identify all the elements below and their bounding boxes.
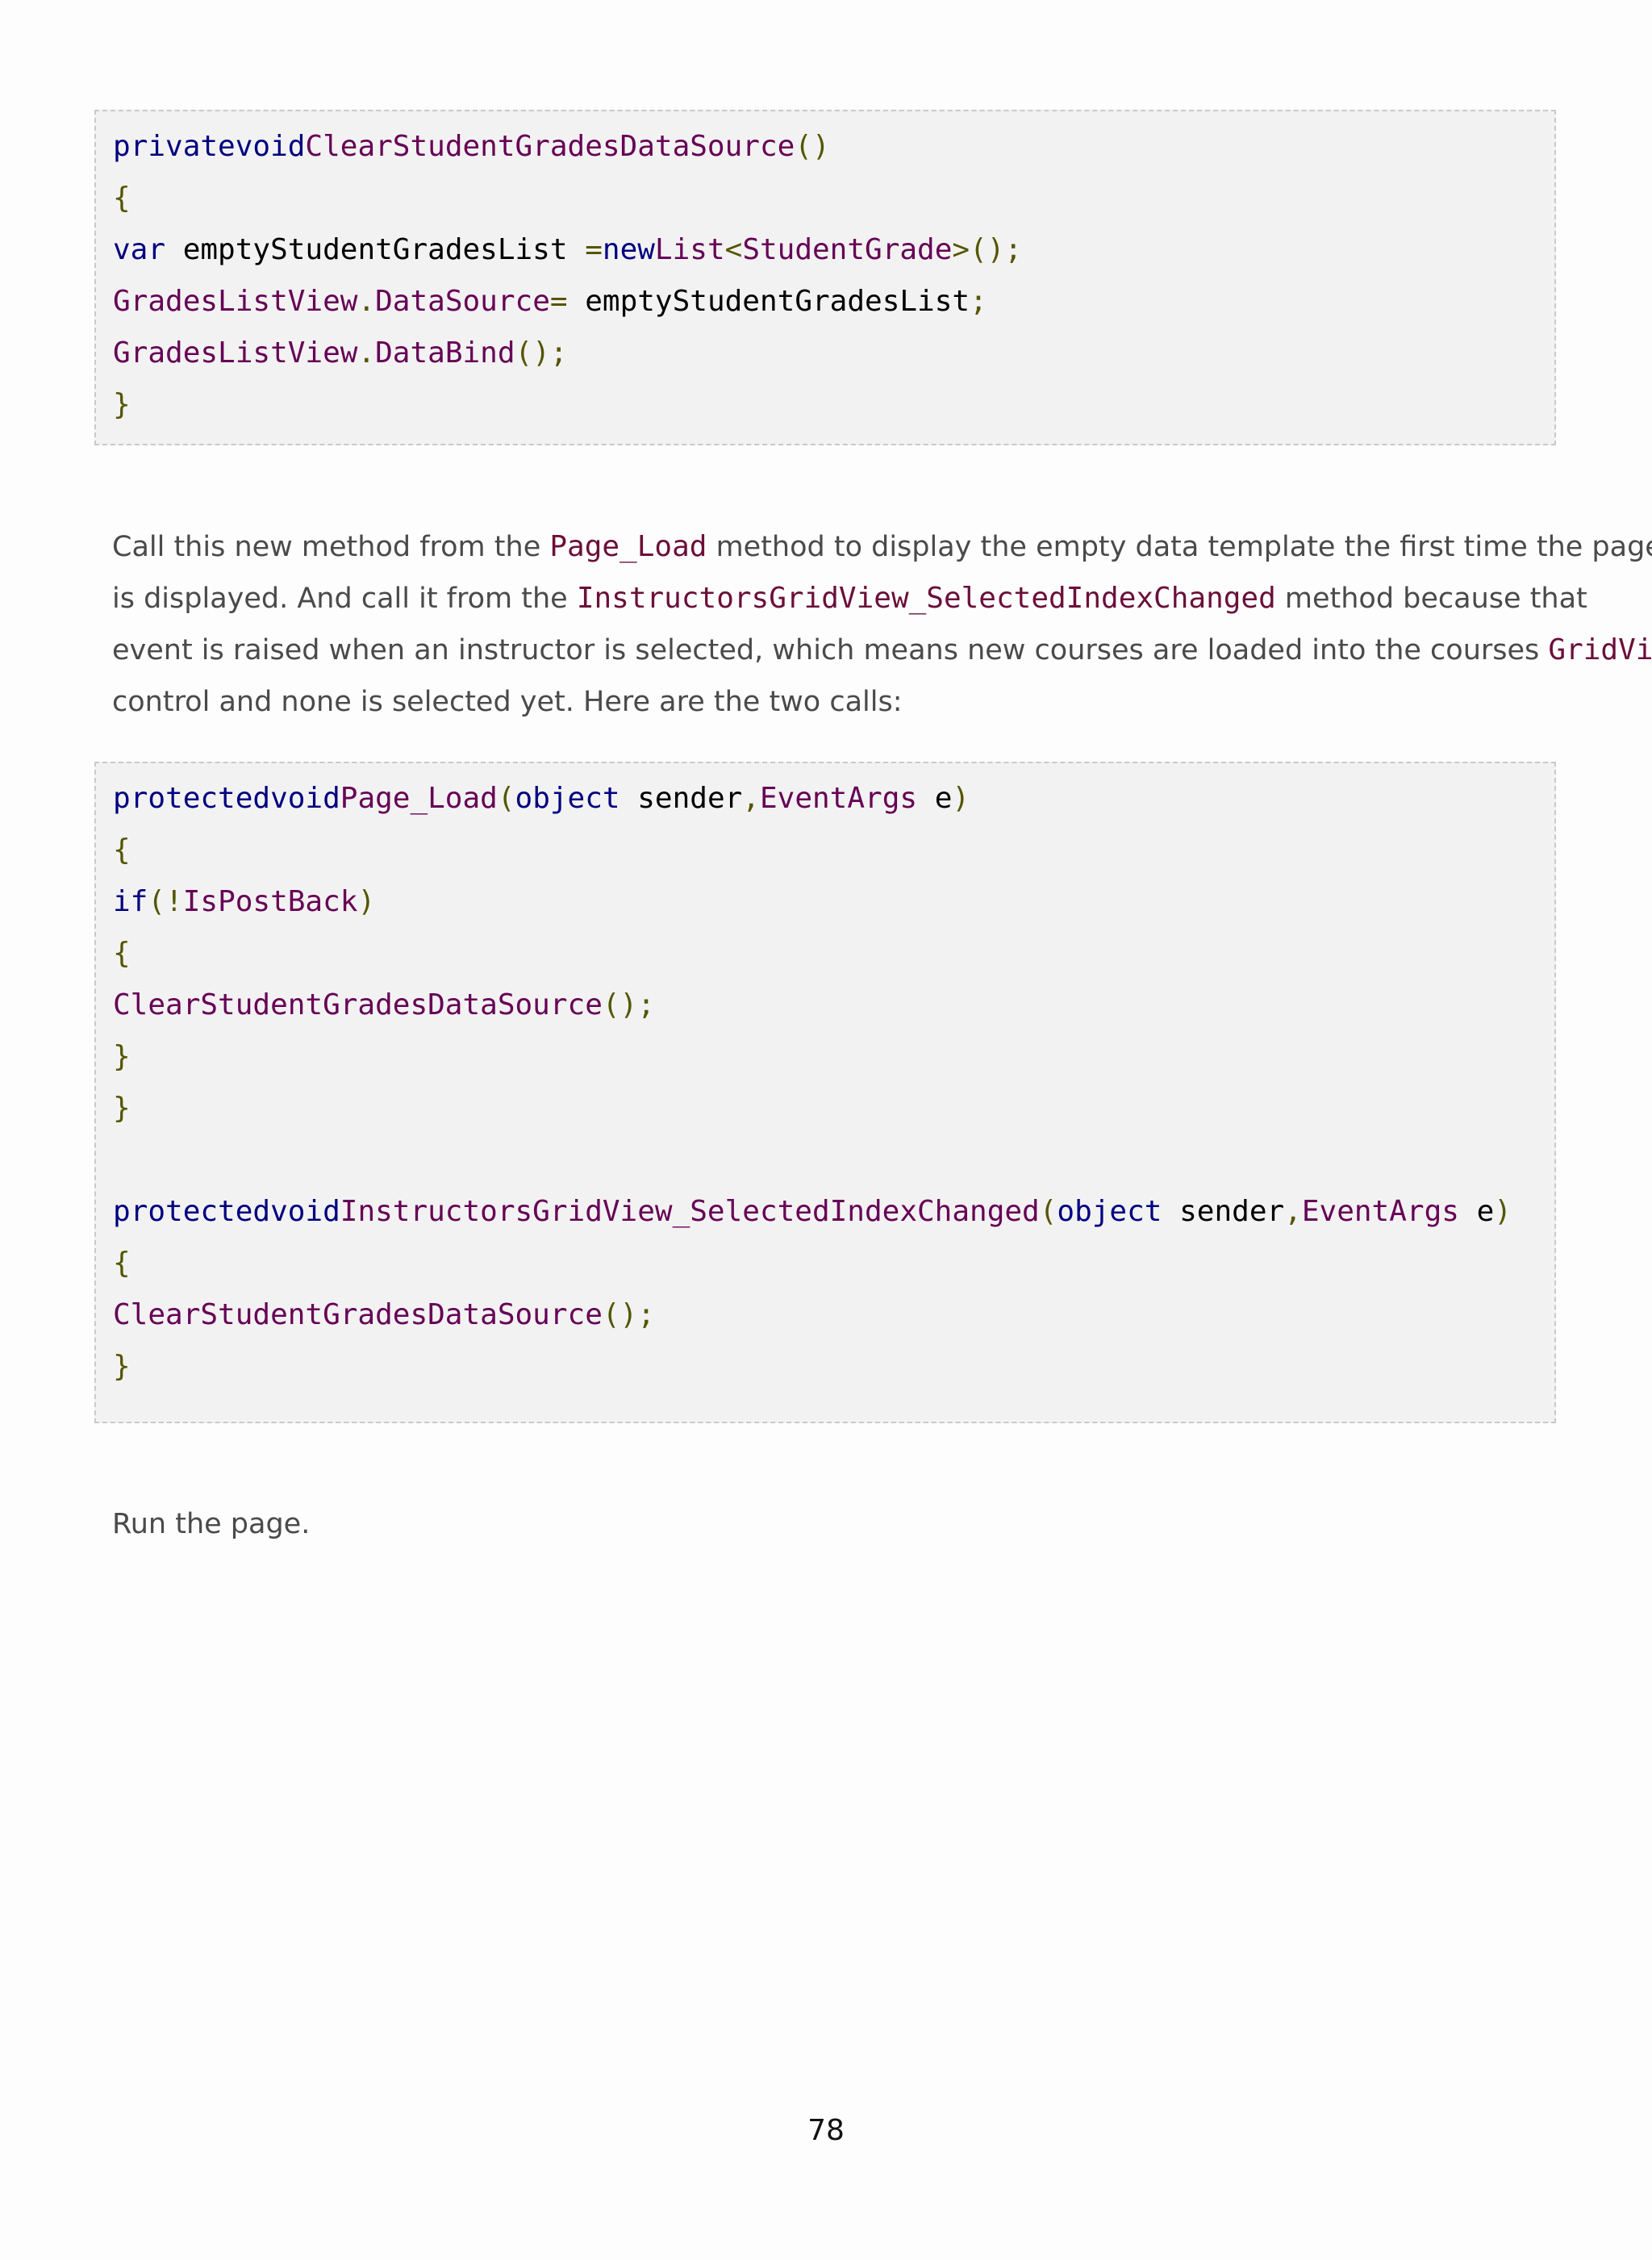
code-token: { xyxy=(113,833,131,867)
run-page-text: Run the page. xyxy=(112,1508,311,1540)
code-line: GradesListView.DataBind(); xyxy=(113,328,568,379)
document-page: privatevoidClearStudentGradesDataSource(… xyxy=(0,0,1652,2260)
code-token: ) xyxy=(357,885,376,918)
code-token: ClearStudentGradesDataSource xyxy=(305,130,795,163)
code-line: { xyxy=(113,1238,131,1289)
code-token: ( xyxy=(497,782,515,815)
code-token: (); xyxy=(602,988,655,1021)
code-token: () xyxy=(795,130,830,163)
code-token: EventArgs xyxy=(759,782,918,815)
code-block-clear-grades: privatevoidClearStudentGradesDataSource(… xyxy=(94,110,1556,445)
code-token: ) xyxy=(1494,1195,1512,1228)
paragraph-line: Call this new method from the Page_Load … xyxy=(112,521,1652,573)
code-token: , xyxy=(742,782,760,815)
paragraph-call-method: Call this new method from the Page_Load … xyxy=(112,521,1652,728)
code-token: List xyxy=(654,233,725,266)
code-token: = xyxy=(549,285,568,318)
inline-code: Page_Load xyxy=(549,530,707,563)
code-token: var xyxy=(113,233,166,266)
code-line: var emptyStudentGradesList =newList<Stud… xyxy=(113,224,1022,276)
paragraph-line: is displayed. And call it from the Instr… xyxy=(112,573,1587,625)
code-token: >(); xyxy=(952,233,1023,266)
code-line: ClearStudentGradesDataSource(); xyxy=(113,1289,655,1341)
paragraph-line: event is raised when an instructor is se… xyxy=(112,625,1652,676)
code-token: , xyxy=(1284,1195,1302,1228)
code-token: DataSource xyxy=(375,285,550,318)
code-token: new xyxy=(602,233,655,266)
code-token: (! xyxy=(148,885,183,918)
code-token: < xyxy=(724,233,743,266)
code-token: . xyxy=(357,336,376,370)
paragraph-text: method to display the empty data templat… xyxy=(707,531,1652,563)
code-token: GradesListView xyxy=(113,336,358,370)
code-line: GradesListView.DataSource= emptyStudentG… xyxy=(113,276,987,328)
code-token: InstructorsGridView_SelectedIndexChanged xyxy=(340,1195,1040,1228)
code-line: } xyxy=(113,379,131,431)
code-line: { xyxy=(113,173,131,224)
code-token: . xyxy=(357,285,376,318)
code-token: e xyxy=(1458,1195,1495,1228)
code-token: emptyStudentGradesList xyxy=(165,233,586,266)
inline-code: InstructorsGridView_SelectedIndexChanged xyxy=(576,582,1276,615)
inline-code: GridView xyxy=(1548,633,1652,666)
code-token: object xyxy=(1057,1195,1162,1228)
code-token: EventArgs xyxy=(1301,1195,1459,1228)
code-line: protectedvoidPage_Load(object sender,Eve… xyxy=(113,773,970,825)
code-token: { xyxy=(113,1247,131,1280)
paragraph-text: Call this new method from the xyxy=(112,531,550,563)
code-token: ClearStudentGradesDataSource xyxy=(113,1298,603,1331)
code-line: { xyxy=(113,825,131,876)
code-line: if(!IsPostBack) xyxy=(113,876,375,928)
code-token: } xyxy=(113,1040,131,1073)
code-token: emptyStudentGradesList xyxy=(567,285,970,318)
code-token: privatevoid xyxy=(113,130,306,163)
code-line: { xyxy=(113,928,131,980)
code-token: GradesListView xyxy=(113,285,358,318)
code-line: } xyxy=(113,1031,131,1083)
code-token: sender xyxy=(1162,1195,1285,1228)
code-token: (); xyxy=(602,1298,655,1331)
code-line: privatevoidClearStudentGradesDataSource(… xyxy=(113,121,830,173)
code-token: protectedvoid xyxy=(113,782,340,815)
code-token: ; xyxy=(970,285,987,318)
code-token: object xyxy=(515,782,620,815)
code-token: StudentGrade xyxy=(742,233,953,266)
paragraph-text: control and none is selected yet. Here a… xyxy=(112,686,903,718)
code-token: = xyxy=(585,233,603,266)
code-line: protectedvoidInstructorsGridView_Selecte… xyxy=(113,1186,1512,1238)
code-token: } xyxy=(113,1092,131,1125)
code-line: } xyxy=(113,1341,131,1393)
code-token: } xyxy=(113,1350,131,1383)
code-token: { xyxy=(113,937,131,970)
code-line: } xyxy=(113,1083,131,1134)
paragraph-run-page: Run the page. xyxy=(112,1498,1532,1550)
code-token: { xyxy=(113,182,131,215)
code-token: ( xyxy=(1039,1195,1058,1228)
code-block-two-calls: protectedvoidPage_Load(object sender,Eve… xyxy=(94,762,1556,1423)
code-token: e xyxy=(917,782,953,815)
paragraph-text: is displayed. And call it from the xyxy=(112,583,577,615)
code-token: protectedvoid xyxy=(113,1195,340,1228)
code-token: Page_Load xyxy=(340,782,498,815)
code-line: ClearStudentGradesDataSource(); xyxy=(113,980,655,1031)
code-token: if xyxy=(113,885,148,918)
paragraph-text: event is raised when an instructor is se… xyxy=(112,634,1549,666)
code-token: DataBind xyxy=(375,336,515,370)
code-token: sender xyxy=(620,782,743,815)
code-token: } xyxy=(113,388,131,421)
code-token: ClearStudentGradesDataSource xyxy=(113,988,603,1021)
page-number: 78 xyxy=(807,2114,845,2147)
code-token: (); xyxy=(515,336,568,370)
paragraph-text: method because that xyxy=(1275,583,1587,615)
paragraph-line: control and none is selected yet. Here a… xyxy=(112,676,1532,728)
code-token: ) xyxy=(952,782,970,815)
code-token: IsPostBack xyxy=(182,885,358,918)
